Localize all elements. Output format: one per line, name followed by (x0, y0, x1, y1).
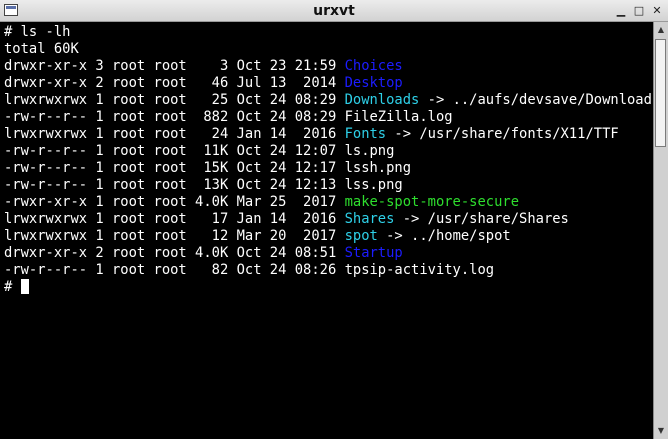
listing-row: drwxr-xr-x 3 root root 3 Oct 23 21:59 Ch… (4, 58, 653, 75)
urxvt-window: urxvt ▁ □ ✕ # ls -lh total 60K drwxr-xr-… (0, 0, 668, 439)
file-name: Shares (344, 211, 395, 227)
listing-row: -rw-r--r-- 1 root root 15K Oct 24 12:17 … (4, 160, 653, 177)
text-cursor (20, 279, 29, 294)
file-meta: -rw-r--r-- 1 root root 15K Oct 24 12:17 (4, 160, 345, 176)
file-name: Startup (344, 245, 403, 261)
terminal-area[interactable]: # ls -lh total 60K drwxr-xr-x 3 root roo… (0, 22, 653, 439)
listing-row: -rw-r--r-- 1 root root 13K Oct 24 12:13 … (4, 177, 653, 194)
close-button[interactable]: ✕ (650, 4, 664, 18)
listing-row: lrwxrwxrwx 1 root root 17 Jan 14 2016 Sh… (4, 211, 653, 228)
file-meta: lrwxrwxrwx 1 root root 25 Oct 24 08:29 (4, 92, 345, 108)
listing-row: -rw-r--r-- 1 root root 11K Oct 24 12:07 … (4, 143, 653, 160)
file-meta: lrwxrwxrwx 1 root root 24 Jan 14 2016 (4, 126, 345, 142)
file-name: Downloads (344, 92, 420, 108)
file-meta: lrwxrwxrwx 1 root root 12 Mar 20 2017 (4, 228, 345, 244)
scroll-up-arrow-icon[interactable]: ▲ (654, 23, 668, 37)
file-name: make-spot-more-secure (344, 194, 520, 210)
listing-row: -rw-r--r-- 1 root root 882 Oct 24 08:29 … (4, 109, 653, 126)
file-meta: drwxr-xr-x 3 root root 3 Oct 23 21:59 (4, 58, 345, 74)
listing-row: -rwxr-xr-x 1 root root 4.0K Mar 25 2017 … (4, 194, 653, 211)
file-name: lssh.png (344, 160, 412, 176)
minimize-button[interactable]: ▁ (614, 4, 628, 18)
file-name: Desktop (344, 75, 403, 91)
title-bar[interactable]: urxvt ▁ □ ✕ (0, 0, 668, 22)
listing-row: lrwxrwxrwx 1 root root 12 Mar 20 2017 sp… (4, 228, 653, 245)
link-target: -> /usr/share/fonts/X11/TTF (386, 126, 619, 142)
file-meta: drwxr-xr-x 2 root root 4.0K Oct 24 08:51 (4, 245, 345, 261)
scrollbar-thumb[interactable] (655, 39, 666, 147)
listing-row: lrwxrwxrwx 1 root root 24 Jan 14 2016 Fo… (4, 126, 653, 143)
file-meta: -rw-r--r-- 1 root root 13K Oct 24 12:13 (4, 177, 345, 193)
file-name: ls.png (344, 143, 395, 159)
listing-row: drwxr-xr-x 2 root root 4.0K Oct 24 08:51… (4, 245, 653, 262)
file-meta: drwxr-xr-x 2 root root 46 Jul 13 2014 (4, 75, 345, 91)
terminal-output: # ls -lh total 60K drwxr-xr-x 3 root roo… (4, 24, 653, 296)
prompt: # (4, 279, 21, 295)
file-name: Choices (344, 58, 403, 74)
link-target: -> ../home/spot (377, 228, 511, 244)
maximize-button[interactable]: □ (632, 4, 646, 18)
file-meta: -rw-r--r-- 1 root root 82 Oct 24 08:26 (4, 262, 345, 278)
file-name: spot (344, 228, 378, 244)
scrollbar[interactable]: ▲ ▼ (653, 22, 668, 439)
file-name: tpsip-activity.log (344, 262, 495, 278)
total-line: total 60K (4, 41, 79, 57)
listing-row: lrwxrwxrwx 1 root root 25 Oct 24 08:29 D… (4, 92, 653, 109)
link-target: -> ../aufs/devsave/Downloads (419, 92, 653, 108)
file-name: FileZilla.log (344, 109, 453, 125)
file-meta: -rw-r--r-- 1 root root 11K Oct 24 12:07 (4, 143, 345, 159)
scroll-down-arrow-icon[interactable]: ▼ (654, 424, 668, 438)
prompt-line[interactable]: # (4, 279, 653, 296)
window-title: urxvt (313, 3, 355, 19)
file-name: Fonts (344, 126, 387, 142)
listing-row: drwxr-xr-x 2 root root 46 Jul 13 2014 De… (4, 75, 653, 92)
file-meta: -rw-r--r-- 1 root root 882 Oct 24 08:29 (4, 109, 345, 125)
file-meta: lrwxrwxrwx 1 root root 17 Jan 14 2016 (4, 211, 345, 227)
link-target: -> /usr/share/Shares (394, 211, 569, 227)
file-name: lss.png (344, 177, 403, 193)
file-meta: -rwxr-xr-x 1 root root 4.0K Mar 25 2017 (4, 194, 345, 210)
listing-row: -rw-r--r-- 1 root root 82 Oct 24 08:26 t… (4, 262, 653, 279)
command-line: # ls -lh (4, 24, 71, 40)
